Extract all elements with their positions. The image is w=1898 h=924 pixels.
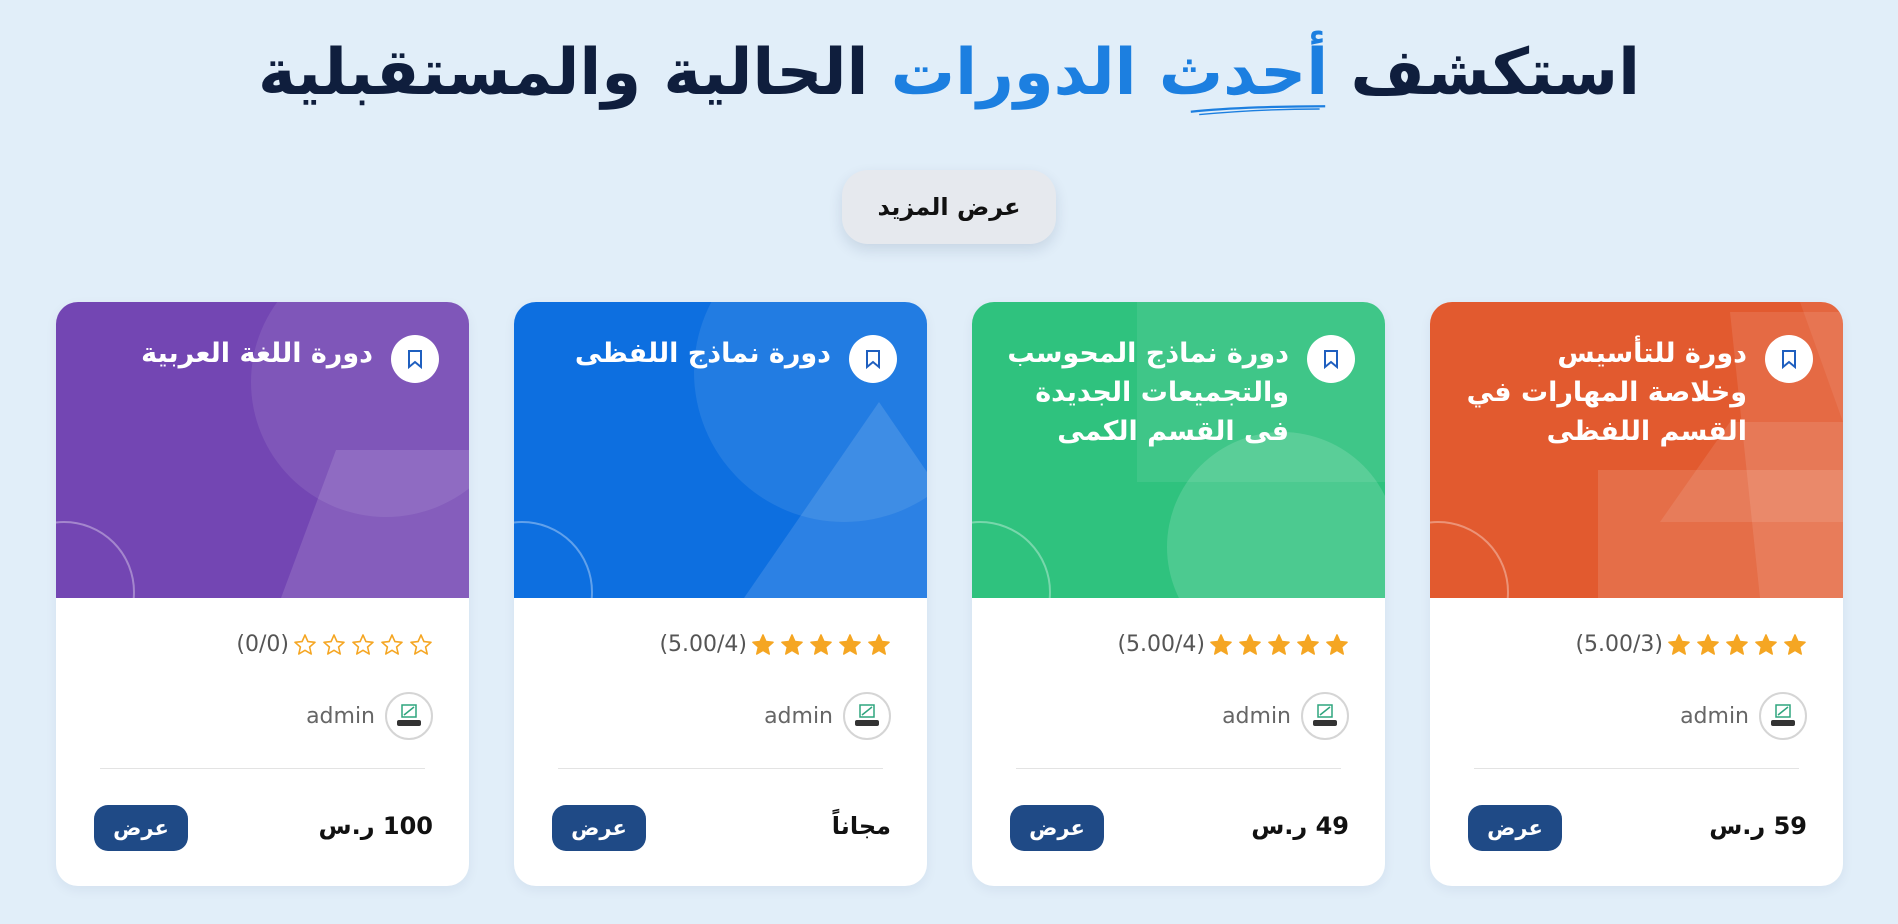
view-course-button[interactable]: عرض (552, 805, 646, 851)
title-part-1: استكشف (1350, 36, 1641, 110)
star-icon (1755, 633, 1777, 655)
author-name: admin (306, 703, 375, 729)
course-card[interactable]: دورة اللغة العربية (0/0) admin 100 ر.س ع… (56, 302, 469, 886)
course-title[interactable]: دورة للتأسيس وخلاصة المهارات في القسم ال… (1457, 334, 1747, 451)
course-author: admin (1222, 692, 1349, 740)
avatar-icon (843, 692, 891, 740)
star-icon (810, 633, 832, 655)
bookmark-button[interactable] (849, 335, 897, 383)
star-icon (323, 633, 345, 655)
card-divider (1474, 768, 1799, 769)
course-price: 59 ر.س (1709, 812, 1807, 840)
star-icon (294, 633, 316, 655)
title-part-2: الحالية والمستقبلية (257, 36, 869, 110)
title-accent-text: أحدث الدورات (890, 36, 1329, 110)
view-course-button[interactable]: عرض (1468, 805, 1562, 851)
course-price: 100 ر.س (318, 812, 433, 840)
rating-text: (5.00/4) (1117, 632, 1205, 657)
course-author: admin (764, 692, 891, 740)
title-accent: أحدث الدورات (891, 28, 1328, 118)
title-underline-icon (1190, 105, 1326, 116)
course-card-header: دورة اللغة العربية (56, 302, 469, 598)
star-icon (352, 633, 374, 655)
author-name: admin (1680, 703, 1749, 729)
bookmark-icon (408, 350, 422, 369)
star-icon (752, 633, 774, 655)
course-rating: (0/0) (236, 632, 433, 657)
bookmark-icon (866, 350, 880, 369)
rating-stars (1209, 633, 1349, 657)
course-card[interactable]: دورة نماذج المحوسب والتجميعات الجديدة فى… (972, 302, 1385, 886)
author-name: admin (1222, 703, 1291, 729)
course-author: admin (306, 692, 433, 740)
star-icon (1726, 633, 1748, 655)
star-icon (781, 633, 803, 655)
card-divider (558, 768, 883, 769)
rating-stars (751, 633, 891, 657)
star-icon (410, 633, 432, 655)
course-card-header: دورة نماذج اللفظى (514, 302, 927, 598)
bookmark-button[interactable] (1765, 335, 1813, 383)
rating-text: (5.00/3) (1575, 632, 1663, 657)
star-icon (1784, 633, 1806, 655)
course-rating: (5.00/4) (1117, 632, 1349, 657)
star-icon (1210, 633, 1232, 655)
star-icon (1668, 633, 1690, 655)
card-divider (1016, 768, 1341, 769)
page-title: استكشف أحدث الدورات الحالية والمستقبلية (0, 28, 1898, 118)
bookmark-icon (1324, 350, 1338, 369)
avatar-icon (1301, 692, 1349, 740)
course-price: مجاناً (831, 812, 891, 840)
star-icon (1297, 633, 1319, 655)
view-more-button[interactable]: عرض المزيد (842, 170, 1056, 244)
rating-stars (1667, 633, 1807, 657)
view-course-button[interactable]: عرض (94, 805, 188, 851)
bookmark-icon (1782, 350, 1796, 369)
course-rating: (5.00/3) (1575, 632, 1807, 657)
star-icon (1239, 633, 1261, 655)
rating-text: (5.00/4) (659, 632, 747, 657)
course-price: 49 ر.س (1251, 812, 1349, 840)
card-divider (100, 768, 425, 769)
bookmark-button[interactable] (1307, 335, 1355, 383)
course-title[interactable]: دورة نماذج المحوسب والتجميعات الجديدة فى… (999, 334, 1289, 451)
star-icon (381, 633, 403, 655)
course-rating: (5.00/4) (659, 632, 891, 657)
course-card-header: دورة نماذج المحوسب والتجميعات الجديدة فى… (972, 302, 1385, 598)
star-icon (868, 633, 890, 655)
star-icon (839, 633, 861, 655)
view-course-button[interactable]: عرض (1010, 805, 1104, 851)
avatar-icon (1759, 692, 1807, 740)
star-icon (1326, 633, 1348, 655)
course-card-header: دورة للتأسيس وخلاصة المهارات في القسم ال… (1430, 302, 1843, 598)
star-icon (1268, 633, 1290, 655)
course-card[interactable]: دورة نماذج اللفظى (5.00/4) admin مجاناً … (514, 302, 927, 886)
course-title[interactable]: دورة اللغة العربية (83, 334, 373, 373)
rating-stars (293, 633, 433, 657)
course-title[interactable]: دورة نماذج اللفظى (541, 334, 831, 373)
course-card[interactable]: دورة للتأسيس وخلاصة المهارات في القسم ال… (1430, 302, 1843, 886)
course-author: admin (1680, 692, 1807, 740)
author-name: admin (764, 703, 833, 729)
bookmark-button[interactable] (391, 335, 439, 383)
avatar-icon (385, 692, 433, 740)
star-icon (1697, 633, 1719, 655)
rating-text: (0/0) (236, 632, 289, 657)
